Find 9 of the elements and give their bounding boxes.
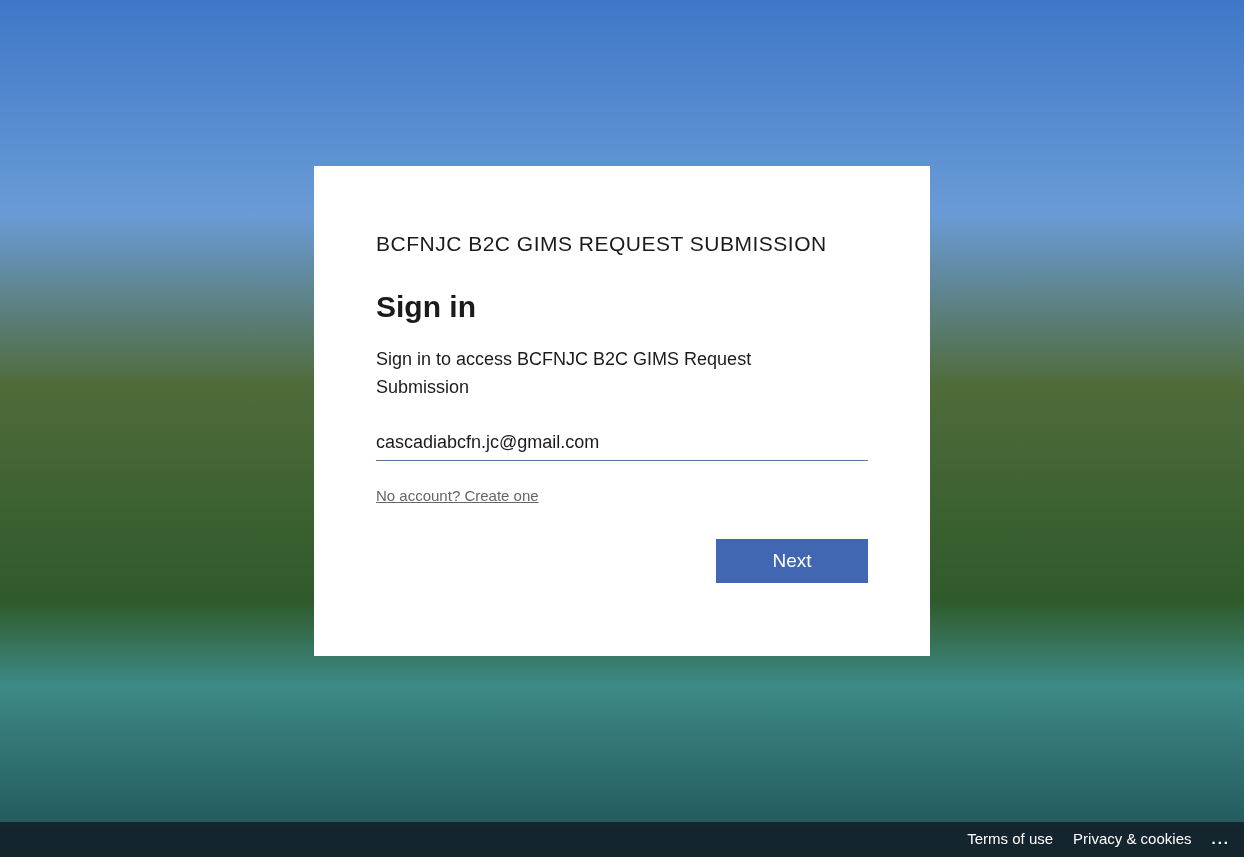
more-options-button[interactable]: ... xyxy=(1211,828,1230,851)
app-name: BCFNJC B2C GIMS REQUEST SUBMISSION xyxy=(376,231,828,257)
sign-in-description: Sign in to access BCFNJC B2C GIMS Request Submission xyxy=(376,347,753,399)
next-button[interactable]: Next xyxy=(716,539,868,583)
footer-link[interactable]: Privacy & cookies xyxy=(1073,828,1192,851)
footer-link[interactable]: Terms of use xyxy=(967,828,1054,851)
create-account-link[interactable]: No account? Create one xyxy=(376,484,539,507)
email-field[interactable]: cascadiabcfn.jc@gmail.com xyxy=(376,424,868,461)
sign-in-heading: Sign in xyxy=(376,288,477,325)
